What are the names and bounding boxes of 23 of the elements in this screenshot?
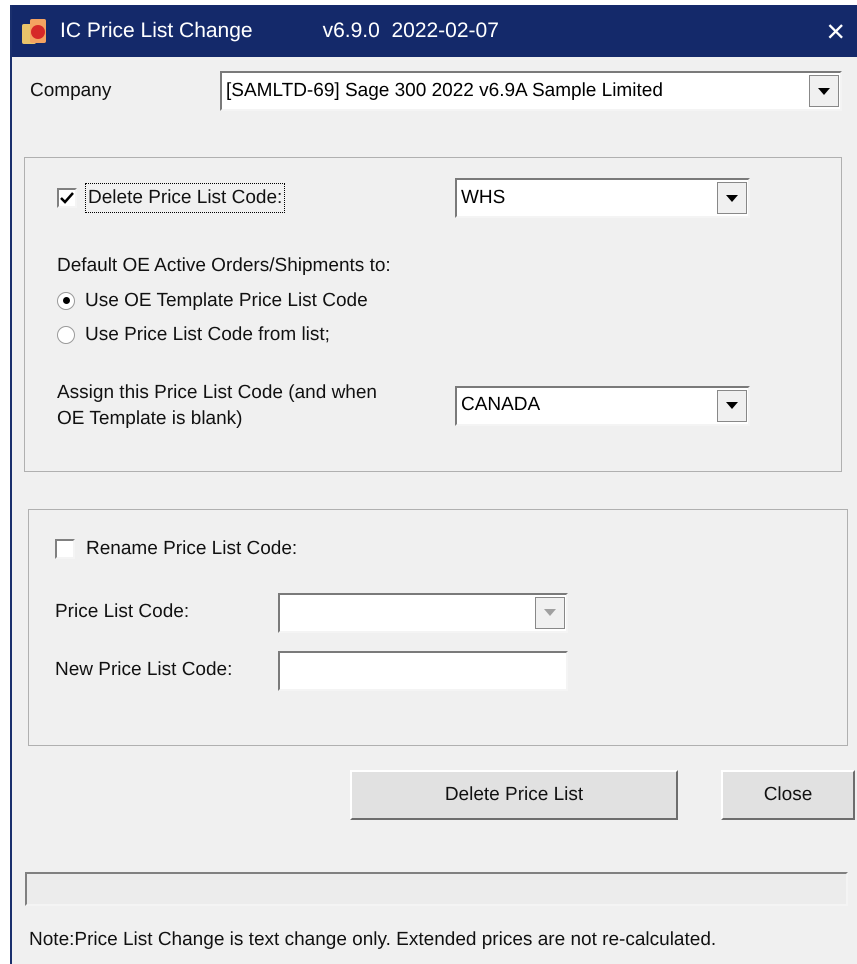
default-label: Default OE Active Orders/Shipments to: <box>57 254 392 278</box>
version-label: v6.9.0 2022-02-07 <box>322 18 499 44</box>
company-dropdown[interactable]: [SAMLTD-69] Sage 300 2022 v6.9A Sample Limited <box>220 71 842 111</box>
radio-button[interactable] <box>57 292 75 310</box>
radio-button[interactable] <box>57 326 75 344</box>
company-label: Company <box>30 78 112 103</box>
checkbox[interactable] <box>57 188 77 208</box>
new-code-field[interactable] <box>278 650 568 690</box>
radio-label: Use Price List Code from list; <box>85 323 330 347</box>
price-code-dropdown[interactable]: WHS <box>455 178 750 218</box>
close-button[interactable]: × <box>826 15 845 47</box>
assign-label: Assign this Price List Code (and when OE Template is blank) <box>57 380 378 430</box>
radio-label: Use OE Template Price List Code <box>85 288 368 312</box>
note-text: Note:Price List Change is text change only. Extended prices are not re-calculated. <box>29 928 718 952</box>
new-code-label: New Price List Code: <box>55 658 234 682</box>
delete-button[interactable]: Delete Price List <box>350 770 678 820</box>
window-title: IC Price List Change <box>60 18 253 44</box>
close-dialog-button[interactable]: Close <box>721 770 855 820</box>
checkbox-label: Rename Price List Code: <box>85 537 298 561</box>
assign-code-dropdown[interactable]: CANADA <box>455 386 750 426</box>
checkbox[interactable] <box>55 539 75 560</box>
checkbox-label: Delete Price List Code: <box>85 182 286 214</box>
code-label: Price List Code: <box>55 600 190 624</box>
